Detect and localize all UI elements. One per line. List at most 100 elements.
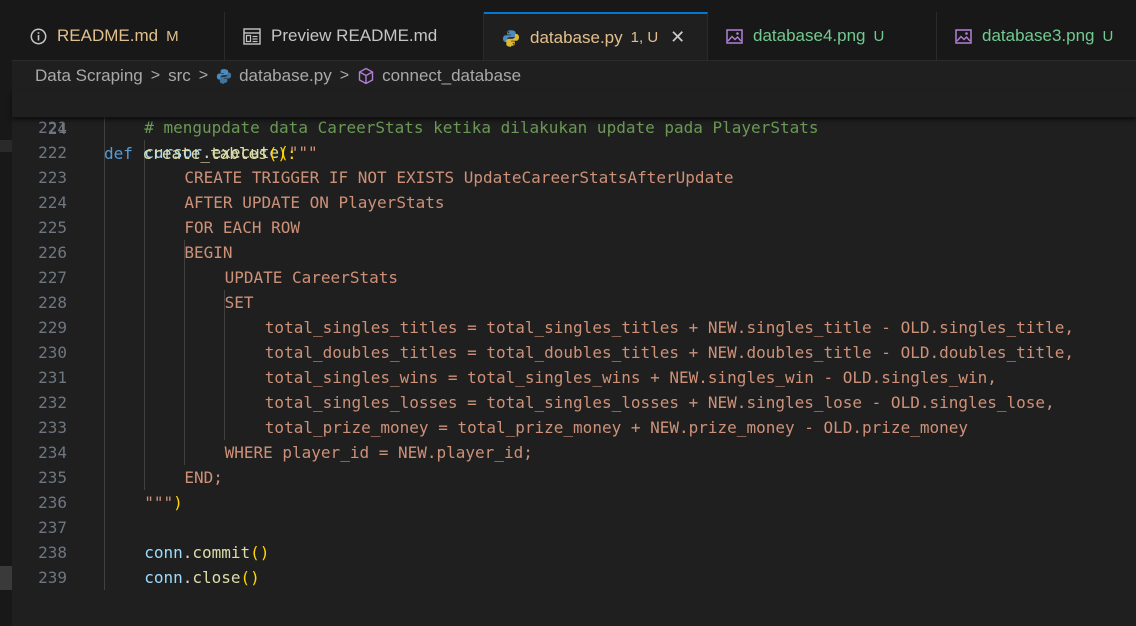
code-token: commit [192, 543, 251, 562]
line-number: 230 [38, 343, 67, 362]
code-text: """) [144, 490, 183, 515]
code-token: total_singles_titles = total_singles_tit… [264, 318, 1074, 337]
code-line[interactable]: 235 END; [12, 465, 1136, 490]
code-line[interactable]: 236 """) [12, 490, 1136, 515]
code-text: END; [184, 465, 223, 490]
code-token: close [192, 568, 241, 587]
code-line[interactable]: 230 total_doubles_titles = total_doubles_… [12, 340, 1136, 365]
function-name: create_tables [142, 144, 268, 163]
code-token: total_singles_losses = total_singles_los… [264, 393, 1055, 412]
breadcrumb-item-database-py[interactable]: database.py [239, 66, 332, 86]
code-text: total_singles_losses = total_singles_los… [265, 390, 1055, 415]
line-number: 231 [38, 368, 67, 387]
code-text: conn.close() [144, 565, 260, 590]
tab-label: database4.png [753, 26, 866, 45]
line-number: 225 [38, 218, 67, 237]
code-text: SET [225, 290, 254, 315]
info-icon [30, 28, 47, 45]
problem-badge: 1, U [630, 29, 659, 46]
method-icon [357, 67, 375, 85]
code-line[interactable]: 232 total_singles_losses = total_singles_… [12, 390, 1136, 415]
keyword: def [104, 144, 133, 163]
code-line[interactable]: 228 SET [12, 290, 1136, 315]
code-line[interactable]: 225 FOR EACH ROW [12, 215, 1136, 240]
git-status-badge: M [166, 27, 179, 45]
code-token: total_singles_wins = total_singles_wins … [264, 368, 997, 387]
tab-preview-readme[interactable]: Preview README.md [225, 12, 484, 60]
indent-guide [224, 290, 225, 440]
code-token: ) [173, 493, 183, 512]
code-token: . [182, 568, 193, 587]
code-line[interactable]: 223 CREATE TRIGGER IF NOT EXISTS UpdateCa… [12, 165, 1136, 190]
code-line[interactable]: 237 [12, 515, 1136, 540]
gutter-marker [0, 566, 12, 590]
code-line[interactable]: 238 conn.commit() [12, 540, 1136, 565]
line-number: 237 [38, 518, 67, 537]
code-token: FOR EACH ROW [184, 218, 300, 237]
code-token: () [240, 568, 260, 587]
code-token: WHERE player_id = NEW.player_id; [224, 443, 533, 462]
code-token: CREATE TRIGGER IF NOT EXISTS UpdateCaree… [184, 168, 734, 187]
tab-database3-png[interactable]: database3.png U [937, 12, 1136, 60]
line-number: 239 [38, 568, 67, 587]
code-text: BEGIN [184, 240, 232, 265]
sticky-scroll-header[interactable]: 24 def create_tables(): [12, 90, 1136, 163]
code-token: BEGIN [184, 243, 233, 262]
code-line[interactable]: 239 conn.close() [12, 565, 1136, 590]
code-text: AFTER UPDATE ON PlayerStats [184, 190, 444, 215]
code-line[interactable]: 233 total_prize_money = total_prize_money… [12, 415, 1136, 440]
code-text: total_prize_money = total_prize_money + … [265, 415, 968, 440]
tab-readme[interactable]: README.md M [12, 12, 225, 60]
line-number: 229 [38, 318, 67, 337]
code-token: # mengupdate data CareerStats ketika dil… [144, 118, 819, 137]
line-number: 234 [38, 443, 67, 462]
code-token: conn [144, 543, 183, 562]
breadcrumb-item-src[interactable]: src [168, 66, 191, 86]
code-token: END; [184, 468, 223, 487]
code-line[interactable]: 221 # mengupdate data CareerStats ketika … [12, 115, 1136, 140]
chevron-right-icon: > [198, 67, 209, 84]
line-number: 236 [38, 493, 67, 512]
line-number: 235 [38, 468, 67, 487]
code-text: UPDATE CareerStats [225, 265, 398, 290]
code-line[interactable]: 227 UPDATE CareerStats [12, 265, 1136, 290]
indent-guide [104, 115, 105, 590]
tab-label: Preview README.md [271, 26, 438, 45]
code-text: conn.commit() [144, 540, 269, 565]
line-number: 238 [38, 543, 67, 562]
preview-icon [243, 27, 261, 45]
breadcrumb-item-data-scraping[interactable]: Data Scraping [35, 66, 143, 86]
code-token: . [182, 543, 193, 562]
image-icon [955, 28, 972, 44]
code-token: total_doubles_titles = total_doubles_tit… [264, 343, 1074, 362]
code-line[interactable]: 234 WHERE player_id = NEW.player_id; [12, 440, 1136, 465]
code-token: AFTER UPDATE ON PlayerStats [184, 193, 445, 212]
activity-strip [0, 0, 12, 626]
code-text: total_singles_titles = total_singles_tit… [265, 315, 1074, 340]
tab-database-py[interactable]: database.py 1, U ✕ [484, 12, 708, 60]
code-line[interactable]: 231 total_singles_wins = total_singles_wi… [12, 365, 1136, 390]
code-line[interactable]: 226 BEGIN [12, 240, 1136, 265]
line-number: 224 [38, 193, 67, 212]
punctuation: (): [267, 144, 297, 163]
code-token: UPDATE CareerStats [224, 268, 398, 287]
git-status-badge: U [873, 27, 885, 45]
code-line[interactable]: 229 total_singles_titles = total_singles_… [12, 315, 1136, 340]
code-editor[interactable]: 24 def create_tables(): 221 # mengupdate … [12, 90, 1136, 626]
chevron-right-icon: > [339, 67, 350, 84]
image-icon [726, 28, 743, 44]
breadcrumb: Data Scraping > src > database.py > conn… [35, 63, 521, 89]
code-text: CREATE TRIGGER IF NOT EXISTS UpdateCaree… [184, 165, 733, 190]
code-line[interactable]: 224 AFTER UPDATE ON PlayerStats [12, 190, 1136, 215]
code-token: SET [224, 293, 254, 312]
breadcrumb-item-connect-database[interactable]: connect_database [382, 66, 521, 86]
indent-guide [144, 140, 145, 490]
tab-bar: README.md M Preview README.md database.p… [12, 0, 1136, 61]
code-text: # mengupdate data CareerStats ketika dil… [144, 115, 818, 140]
line-number: 227 [38, 268, 67, 287]
line-number: 226 [38, 243, 67, 262]
tab-label: database.py [530, 27, 623, 47]
close-icon[interactable]: ✕ [670, 27, 685, 48]
tab-database4-png[interactable]: database4.png U [708, 12, 937, 60]
line-number: 233 [38, 418, 67, 437]
